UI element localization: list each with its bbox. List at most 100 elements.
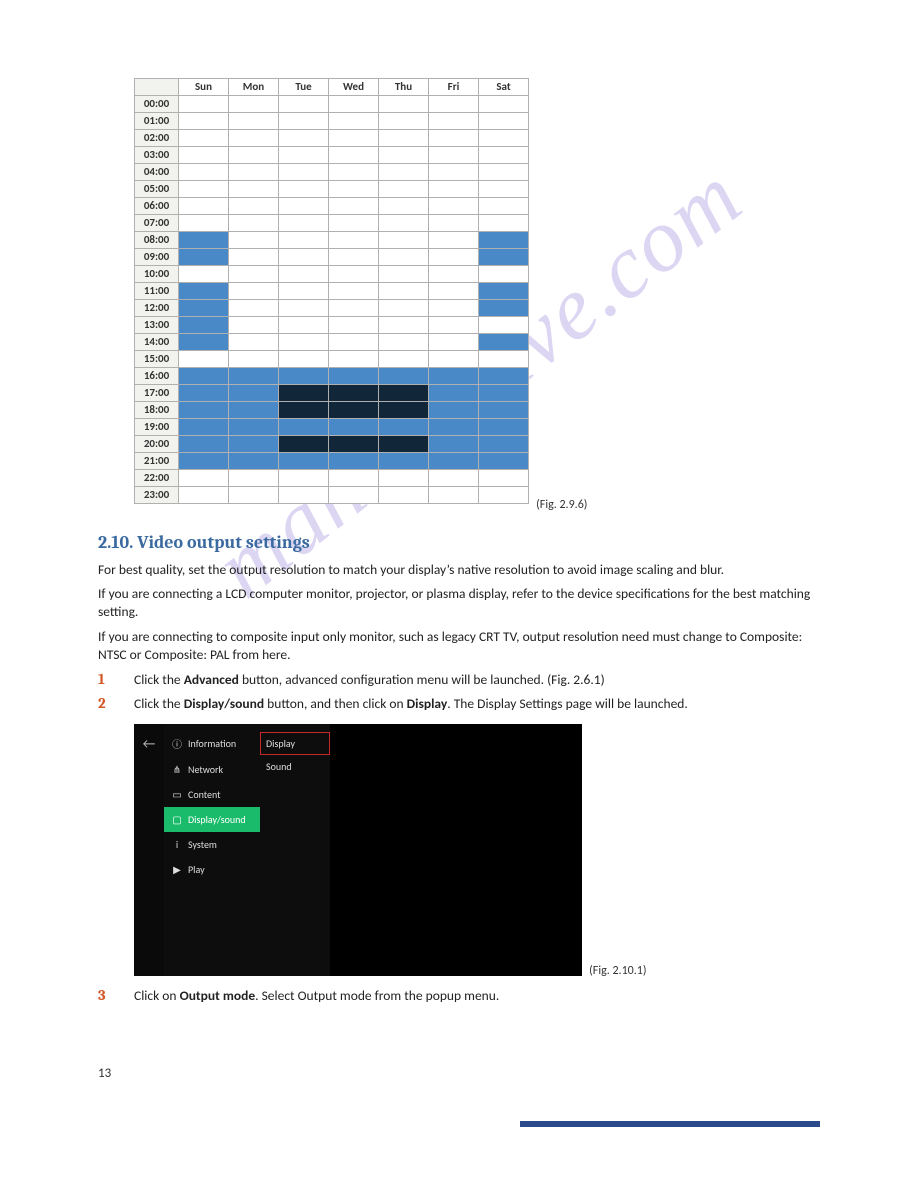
schedule-cell [479,283,529,300]
schedule-cell [429,198,479,215]
schedule-cell [379,130,429,147]
schedule-cell [179,215,229,232]
paragraph-lcd: If you are connecting a LCD computer mon… [98,585,820,621]
sidebar-item-display-sound[interactable]: ▢ Display/sound [164,807,260,832]
schedule-cell [429,436,479,453]
schedule-cell [479,317,529,334]
schedule-cell [379,453,429,470]
schedule-cell [229,419,279,436]
schedule-cell [479,130,529,147]
schedule-cell [229,334,279,351]
schedule-cell [229,198,279,215]
schedule-cell [279,283,329,300]
schedule-cell [479,334,529,351]
schedule-cell [429,181,479,198]
schedule-cell [279,402,329,419]
schedule-cell [329,300,379,317]
schedule-day-header: Tue [279,79,329,96]
schedule-cell [429,113,479,130]
schedule-cell [179,164,229,181]
schedule-cell [429,385,479,402]
submenu-display[interactable]: Display [260,732,330,755]
sidebar-item-system[interactable]: i System [164,832,260,857]
schedule-cell [179,249,229,266]
schedule-cell [379,96,429,113]
schedule-cell [379,198,429,215]
schedule-hour-label: 16:00 [135,368,179,385]
schedule-cell [179,368,229,385]
schedule-cell [179,334,229,351]
schedule-cell [379,436,429,453]
schedule-cell [379,317,429,334]
schedule-cell [229,147,279,164]
step-number: 3 [98,986,134,1004]
schedule-cell [479,249,529,266]
page-number: 13 [98,1066,820,1081]
schedule-cell [429,453,479,470]
schedule-cell [479,266,529,283]
schedule-cell [279,147,329,164]
settings-screenshot: ← ⓘ Information ⋔ Network ▭ Content [134,724,582,976]
schedule-cell [479,351,529,368]
schedule-cell [179,266,229,283]
schedule-day-header: Wed [329,79,379,96]
schedule-caption: (Fig. 2.9.6) [536,498,587,512]
schedule-cell [229,164,279,181]
schedule-cell [179,453,229,470]
paragraph-quality: For best quality, set the output resolut… [98,561,820,579]
schedule-cell [229,385,279,402]
schedule-hour-label: 07:00 [135,215,179,232]
schedule-cell [179,232,229,249]
schedule-cell [329,249,379,266]
content-icon: ▭ [172,788,182,801]
schedule-cell [179,96,229,113]
schedule-cell [379,113,429,130]
schedule-cell [379,283,429,300]
footer-accent-bar [520,1121,820,1127]
schedule-cell [329,164,379,181]
sidebar-item-label: Network [188,763,223,776]
schedule-cell [229,300,279,317]
schedule-hour-label: 23:00 [135,487,179,504]
sidebar-item-label: Play [188,863,205,876]
schedule-cell [229,436,279,453]
step-text: Click on Output mode. Select Output mode… [134,987,499,1006]
settings-main-panel [330,724,582,976]
schedule-hour-label: 08:00 [135,232,179,249]
system-icon: i [172,838,182,851]
schedule-cell [229,351,279,368]
schedule-cell [279,317,329,334]
schedule-cell [229,266,279,283]
schedule-cell [329,113,379,130]
sidebar-item-content[interactable]: ▭ Content [164,782,260,807]
schedule-cell [329,334,379,351]
sidebar-item-play[interactable]: ▶ Play [164,857,260,882]
schedule-cell [479,198,529,215]
submenu-sound[interactable]: Sound [260,755,330,778]
schedule-cell [279,487,329,504]
sidebar-item-information[interactable]: ⓘ Information [164,730,260,757]
schedule-cell [179,419,229,436]
sidebar-item-network[interactable]: ⋔ Network [164,757,260,782]
schedule-cell [329,351,379,368]
schedule-cell [279,470,329,487]
schedule-cell [329,232,379,249]
schedule-cell [379,487,429,504]
schedule-cell [329,215,379,232]
step-1: 1 Click the Advanced button, advanced co… [98,670,820,690]
schedule-cell [329,198,379,215]
schedule-cell [379,215,429,232]
schedule-cell [279,198,329,215]
schedule-cell [179,351,229,368]
schedule-cell [229,249,279,266]
schedule-cell [429,317,479,334]
back-button[interactable]: ← [134,724,164,976]
schedule-cell [279,249,329,266]
schedule-hour-label: 17:00 [135,385,179,402]
schedule-cell [229,368,279,385]
schedule-cell [179,470,229,487]
schedule-cell [229,283,279,300]
schedule-cell [329,147,379,164]
schedule-cell [279,368,329,385]
schedule-cell [379,368,429,385]
